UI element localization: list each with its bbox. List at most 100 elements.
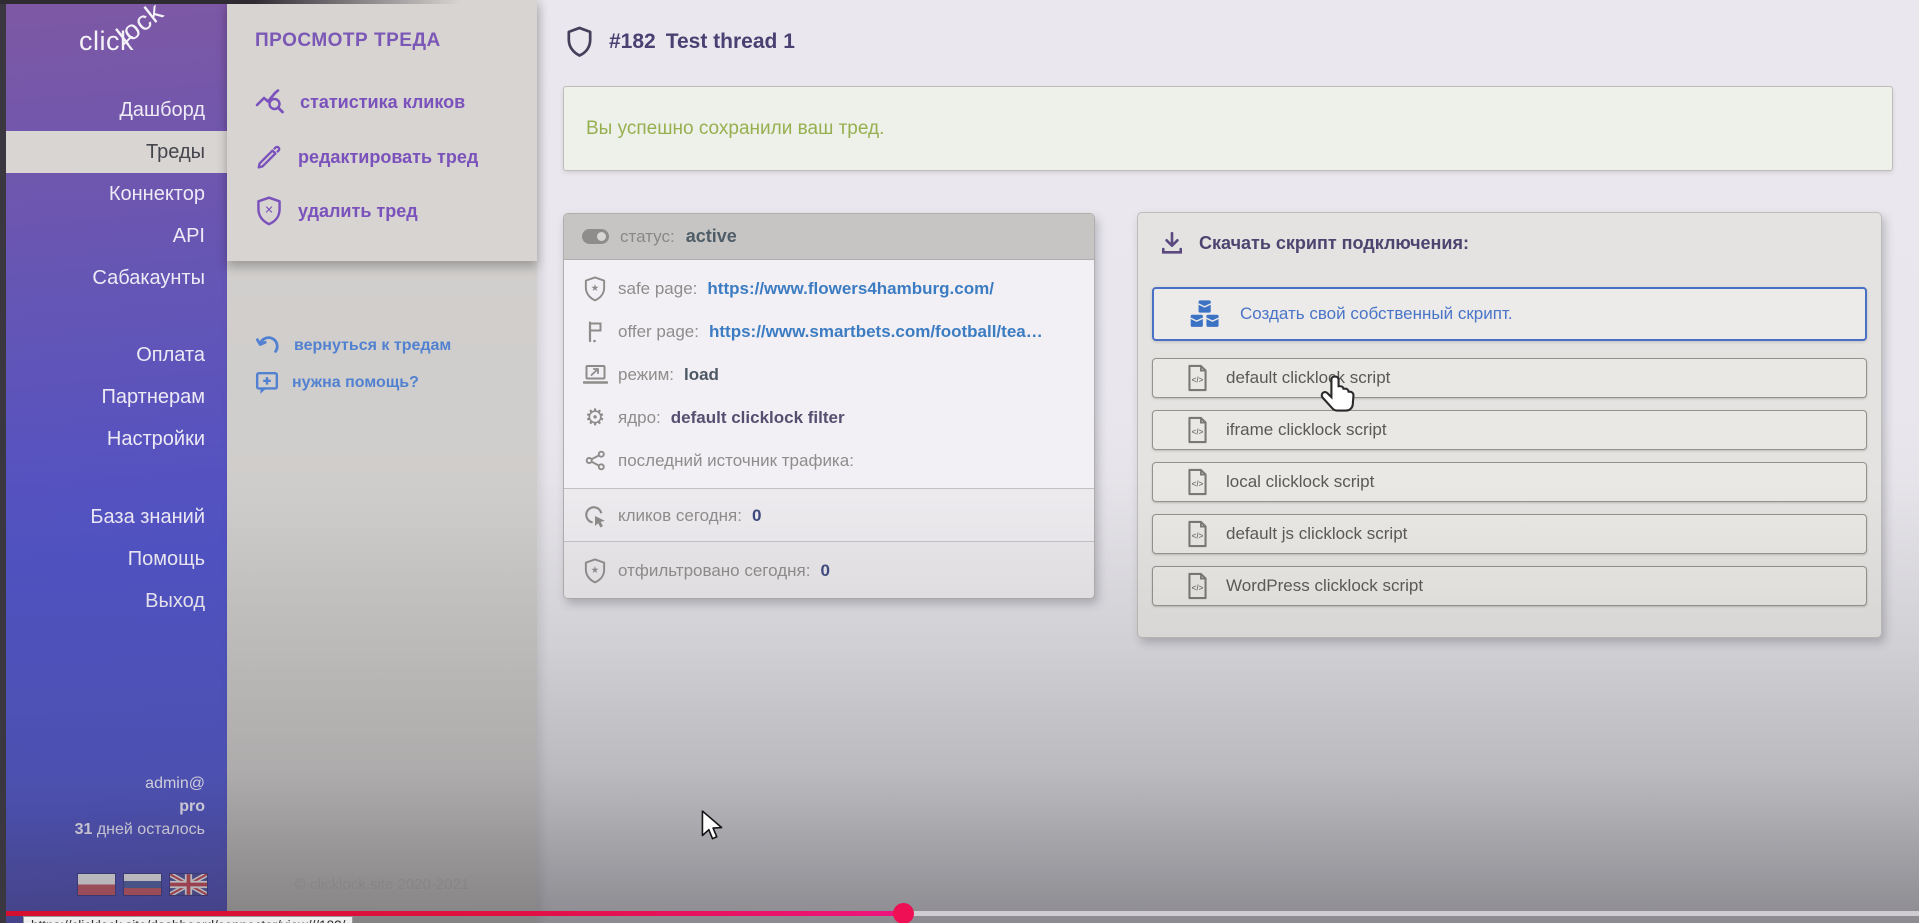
local-script-label: local clicklock script [1226, 472, 1374, 492]
download-card-title: Скачать скрипт подключения: [1160, 231, 1469, 255]
poland-flag-icon[interactable] [78, 874, 115, 895]
iframe-script-button[interactable]: </> iframe clicklock script [1152, 410, 1867, 450]
click-stats-label: статистика кликов [300, 92, 465, 113]
sidebar-item-settings[interactable]: Настройки [0, 418, 227, 460]
local-script-button[interactable]: </> local clicklock script [1152, 462, 1867, 502]
status-rows: ★ safe page: https://www.flowers4hamburg… [564, 260, 1094, 488]
status-header: статус: active [564, 214, 1094, 260]
sidebar: clicklock Дашборд Треды Коннектор API Са… [0, 0, 227, 923]
back-to-threads-label: вернуться к тредам [294, 337, 451, 355]
back-to-threads-link[interactable]: вернуться к тредам [255, 331, 451, 361]
undo-icon [255, 335, 281, 357]
russia-flag-icon[interactable] [124, 874, 161, 895]
help-plus-icon [255, 371, 279, 395]
create-own-script-button[interactable]: Создать свой собственный скрипт. [1152, 287, 1867, 341]
sidebar-item-partners[interactable]: Партнерам [0, 376, 227, 418]
account-plan: pro [0, 795, 205, 818]
offer-page-link[interactable]: https://www.smartbets.com/football/tea… [709, 322, 1043, 342]
sidebar-item-dashboard[interactable]: Дашборд [0, 89, 227, 131]
default-js-script-button[interactable]: </> default js clicklock script [1152, 514, 1867, 554]
code-file-icon: </> [1186, 364, 1209, 392]
traffic-source-label: последний источник трафика: [618, 451, 854, 471]
wordpress-script-label: WordPress clicklock script [1226, 576, 1423, 596]
delete-thread-action[interactable]: ✕ удалить тред [255, 193, 418, 229]
traffic-source-row: последний источник трафика: [564, 439, 1094, 482]
laptop-icon [583, 364, 608, 385]
wordpress-script-button[interactable]: </> WordPress clicklock script [1152, 566, 1867, 606]
svg-text:</>: </> [1192, 428, 1204, 437]
sidebar-item-connector[interactable]: Коннектор [0, 173, 227, 215]
svg-text:★: ★ [591, 564, 600, 575]
shield-star-icon: ★ [583, 558, 607, 584]
status-value: active [686, 226, 737, 247]
code-file-icon: </> [1186, 520, 1209, 548]
progress-handle[interactable] [893, 903, 914, 923]
svg-text:</>: </> [1192, 376, 1204, 385]
video-progress-remaining[interactable] [905, 911, 1919, 916]
sidebar-item-payment[interactable]: Оплата [0, 334, 227, 376]
code-file-icon: </> [1186, 416, 1209, 444]
thread-submenu-column: ПРОСМОТР ТРЕДА статистика кликов редакти… [227, 0, 537, 923]
code-file-icon: </> [1186, 572, 1209, 600]
core-label: ядро: [618, 408, 661, 428]
default-script-button[interactable]: </> default clicklock script [1152, 358, 1867, 398]
sidebar-item-help[interactable]: Помощь [0, 538, 227, 580]
clicks-today-label: кликов сегодня: [618, 506, 742, 526]
sidebar-item-api[interactable]: API [0, 215, 227, 257]
filtered-today-section: ★ отфильтровано сегодня: 0 [564, 541, 1094, 599]
sidebar-item-logout[interactable]: Выход [0, 580, 227, 622]
sidebar-item-subaccounts[interactable]: Сабакаунты [0, 257, 227, 299]
sidebar-item-threads[interactable]: Треды [0, 131, 227, 173]
default-js-script-label: default js clicklock script [1226, 524, 1407, 544]
nav-group-bottom: База знаний Помощь Выход [0, 496, 227, 622]
share-icon [585, 450, 606, 471]
uk-flag-icon[interactable] [170, 874, 207, 895]
need-help-link[interactable]: нужна помощь? [255, 368, 419, 398]
thread-header: #182 Test thread 1 [566, 26, 795, 58]
need-help-label: нужна помощь? [292, 374, 419, 392]
safe-page-label: safe page: [618, 279, 697, 299]
filtered-today-value: 0 [820, 561, 829, 581]
status-label: статус: [620, 227, 675, 247]
edit-thread-label: редактировать тред [298, 147, 478, 168]
video-left-edge [0, 0, 6, 923]
svg-text:</>: </> [1192, 532, 1204, 541]
create-own-script-label: Создать свой собственный скрипт. [1240, 304, 1513, 324]
nav-group-account: Оплата Партнерам Настройки [0, 334, 227, 460]
account-days-left: 31 дней осталось [0, 818, 205, 841]
clicklock-dashboard: clicklock Дашборд Треды Коннектор API Са… [0, 0, 1919, 923]
svg-text:</>: </> [1192, 480, 1204, 489]
edit-thread-action[interactable]: редактировать тред [255, 139, 478, 175]
submenu-title: ПРОСМОТР ТРЕДА [255, 30, 441, 52]
thread-name: Test thread 1 [666, 30, 795, 54]
clicks-today-row: кликов сегодня: 0 [564, 494, 761, 537]
sidebar-item-knowledge-base[interactable]: База знаний [0, 496, 227, 538]
offer-page-row: offer page: https://www.smartbets.com/fo… [564, 310, 1094, 353]
success-alert: Вы успешно сохранили ваш тред. [563, 86, 1893, 171]
gear-icon: ⚙ [585, 406, 606, 429]
svg-text:★: ★ [591, 282, 600, 293]
thread-submenu-panel: ПРОСМОТР ТРЕДА статистика кликов редакти… [227, 0, 537, 261]
clicks-today-section: кликов сегодня: 0 [564, 488, 1094, 542]
safe-page-link[interactable]: https://www.flowers4hamburg.com/ [707, 279, 994, 299]
mode-row: режим: load [564, 353, 1094, 396]
safe-page-row: ★ safe page: https://www.flowers4hamburg… [564, 267, 1094, 310]
flag-icon [584, 320, 606, 344]
toggle-icon [582, 229, 609, 244]
click-stats-action[interactable]: статистика кликов [255, 84, 465, 120]
filtered-today-label: отфильтровано сегодня: [618, 561, 810, 581]
shield-icon [566, 26, 593, 58]
clicklock-logo[interactable]: clicklock [79, 26, 183, 57]
success-alert-text: Вы успешно сохранили ваш тред. [586, 118, 884, 140]
account-email: admin@ [0, 772, 205, 795]
account-info: admin@ pro 31 дней осталось [0, 772, 227, 841]
thread-id: #182 [609, 30, 656, 54]
copyright-text: © clicklock.site 2020-2021 [227, 876, 537, 893]
click-cursor-icon [583, 504, 607, 528]
cubes-icon [1187, 299, 1223, 329]
core-row: ⚙ ядро: default clicklock filter [564, 396, 1094, 439]
video-progress-bar[interactable] [0, 911, 905, 916]
clicks-today-value: 0 [752, 506, 761, 526]
page-title: #182 Test thread 1 [609, 30, 795, 54]
default-script-label: default clicklock script [1226, 368, 1390, 388]
